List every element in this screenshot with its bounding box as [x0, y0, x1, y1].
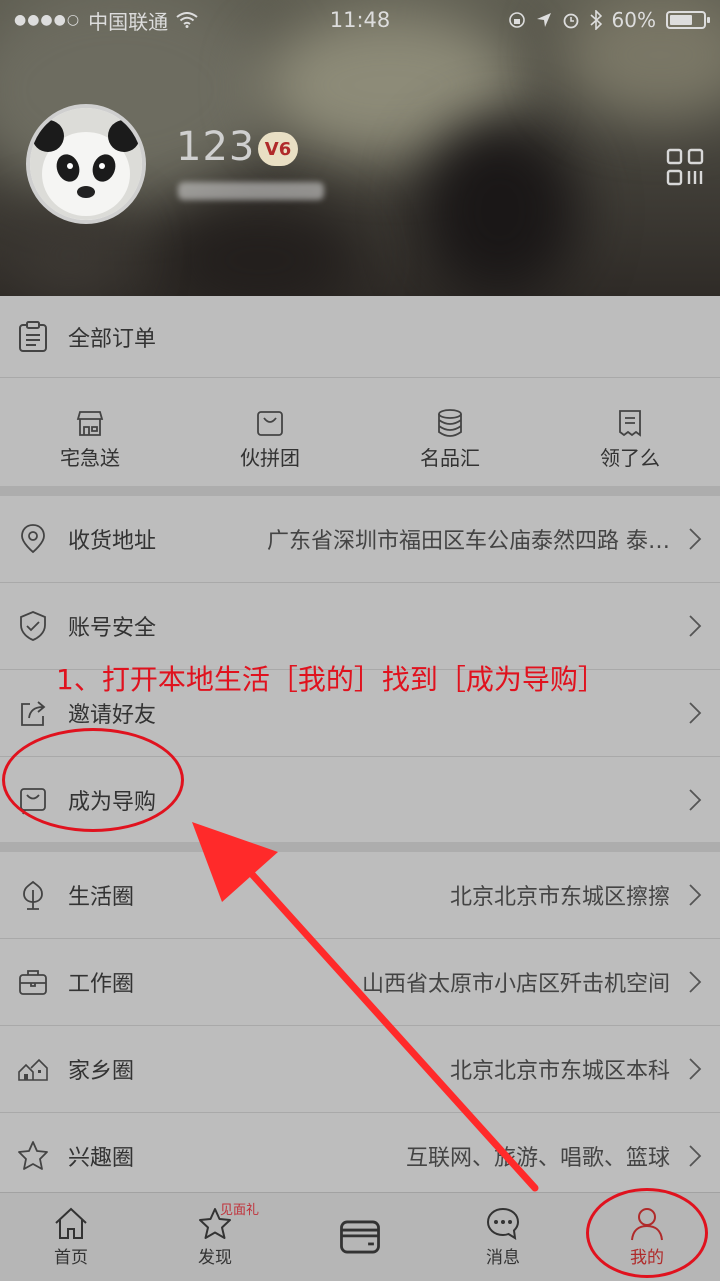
section-gap [0, 842, 720, 852]
chat-icon [486, 1207, 520, 1240]
star-outline-icon [18, 1141, 48, 1170]
quick-link-label: 宅急送 [60, 446, 120, 470]
menu-row-security[interactable]: 账号安全 [0, 583, 720, 669]
quick-links: 宅急送 伙拼团 名品汇 领了么 [0, 378, 720, 486]
quick-link-brands[interactable]: 名品汇 [390, 408, 510, 471]
rotation-lock-icon [508, 12, 525, 28]
battery-icon [666, 11, 710, 29]
blurred-account-id [178, 182, 324, 200]
circle-row-hometown[interactable]: 家乡圈 北京北京市东城区本科 [0, 1026, 720, 1112]
clipboard-icon [19, 321, 47, 352]
flower-icon [23, 880, 43, 910]
tab-label: 发现 [198, 1248, 232, 1268]
coin-stack-icon [438, 409, 462, 437]
alarm-icon [563, 13, 578, 29]
circle-label: 工作圈 [68, 972, 135, 997]
circle-value: 互联网、旅游、唱歌、篮球 [405, 1146, 670, 1171]
circle-value: 山西省太原市小店区歼击机空间 [361, 972, 670, 997]
tab-wallet[interactable] [315, 1215, 405, 1259]
circle-label: 生活圈 [68, 885, 135, 910]
chevron-right-icon [689, 528, 702, 550]
circle-value: 北京北京市东城区擦擦 [449, 885, 670, 910]
bag-icon [257, 411, 283, 436]
chevron-right-icon [689, 1058, 702, 1080]
bluetooth-icon [590, 10, 602, 30]
chevron-right-icon [689, 1145, 702, 1167]
panda-avatar-icon [30, 108, 142, 220]
qr-code-icon[interactable] [666, 148, 704, 186]
receipt-icon [619, 410, 641, 437]
quick-link-label: 领了么 [600, 446, 660, 470]
menu-label: 邀请好友 [68, 703, 157, 728]
level-badge: V6 [258, 132, 298, 166]
circle-value: 北京北京市东城区本科 [449, 1059, 670, 1084]
highlight-circle-mine [586, 1188, 708, 1278]
briefcase-icon [19, 970, 47, 995]
tab-discover[interactable]: 发现 见面礼 [170, 1203, 260, 1268]
quick-link-store[interactable]: 宅急送 [30, 408, 150, 471]
shield-icon [20, 611, 46, 641]
houses-icon [18, 1058, 48, 1081]
location-pin-icon [21, 524, 45, 554]
circle-row-work[interactable]: 工作圈 山西省太原市小店区歼击机空间 [0, 939, 720, 1025]
circle-row-life[interactable]: 生活圈 北京北京市东城区擦擦 [0, 852, 720, 938]
chevron-right-icon [689, 789, 702, 811]
quick-link-label: 伙拼团 [240, 446, 300, 470]
quick-link-coupons[interactable]: 领了么 [570, 408, 690, 471]
circles-menu: 生活圈 北京北京市东城区擦擦 工作圈 山西省太原市小店区歼击机空间 家乡圈 北京… [0, 852, 720, 1196]
section-gap [0, 486, 720, 496]
circle-label: 家乡圈 [68, 1059, 135, 1084]
gift-badge: 见面礼 [220, 1203, 260, 1218]
chevron-right-icon [689, 702, 702, 724]
tab-home[interactable]: 首页 [26, 1205, 116, 1268]
quick-link-label: 名品汇 [420, 446, 480, 470]
location-arrow-icon [536, 13, 551, 27]
tab-label: 消息 [486, 1248, 520, 1268]
menu-label: 账号安全 [68, 616, 157, 641]
all-orders-row[interactable]: 全部订单 [0, 296, 720, 378]
wallet-icon [340, 1220, 380, 1254]
status-bar: ●●●●○ 中国联通 11:48 60% [0, 0, 720, 40]
tutorial-annotation: 1、打开本地生活［我的］找到［成为导购］ [56, 663, 606, 696]
store-icon [76, 411, 104, 436]
chevron-right-icon [689, 971, 702, 993]
quick-link-group-buy[interactable]: 伙拼团 [210, 408, 330, 471]
all-orders-label: 全部订单 [68, 327, 157, 352]
chevron-right-icon [689, 615, 702, 637]
orders-section: 全部订单 [0, 296, 720, 378]
highlight-circle-guide [2, 728, 184, 832]
circle-label: 兴趣圈 [68, 1146, 135, 1171]
tab-label: 首页 [54, 1248, 88, 1268]
circle-row-interest[interactable]: 兴趣圈 互联网、旅游、唱歌、篮球 [0, 1113, 720, 1199]
chevron-right-icon [689, 884, 702, 906]
menu-value: 广东省深圳市福田区车公庙泰然四路 泰… [267, 529, 670, 554]
username: 123 [176, 124, 256, 170]
menu-row-address[interactable]: 收货地址 广东省深圳市福田区车公庙泰然四路 泰… [0, 496, 720, 582]
profile-header: 123 V6 [0, 0, 720, 296]
avatar[interactable] [26, 104, 146, 224]
menu-label: 收货地址 [68, 529, 157, 554]
battery-percent: 60% [611, 8, 656, 32]
home-icon [55, 1207, 87, 1239]
share-icon [21, 701, 46, 726]
tab-messages[interactable]: 消息 [458, 1205, 548, 1268]
